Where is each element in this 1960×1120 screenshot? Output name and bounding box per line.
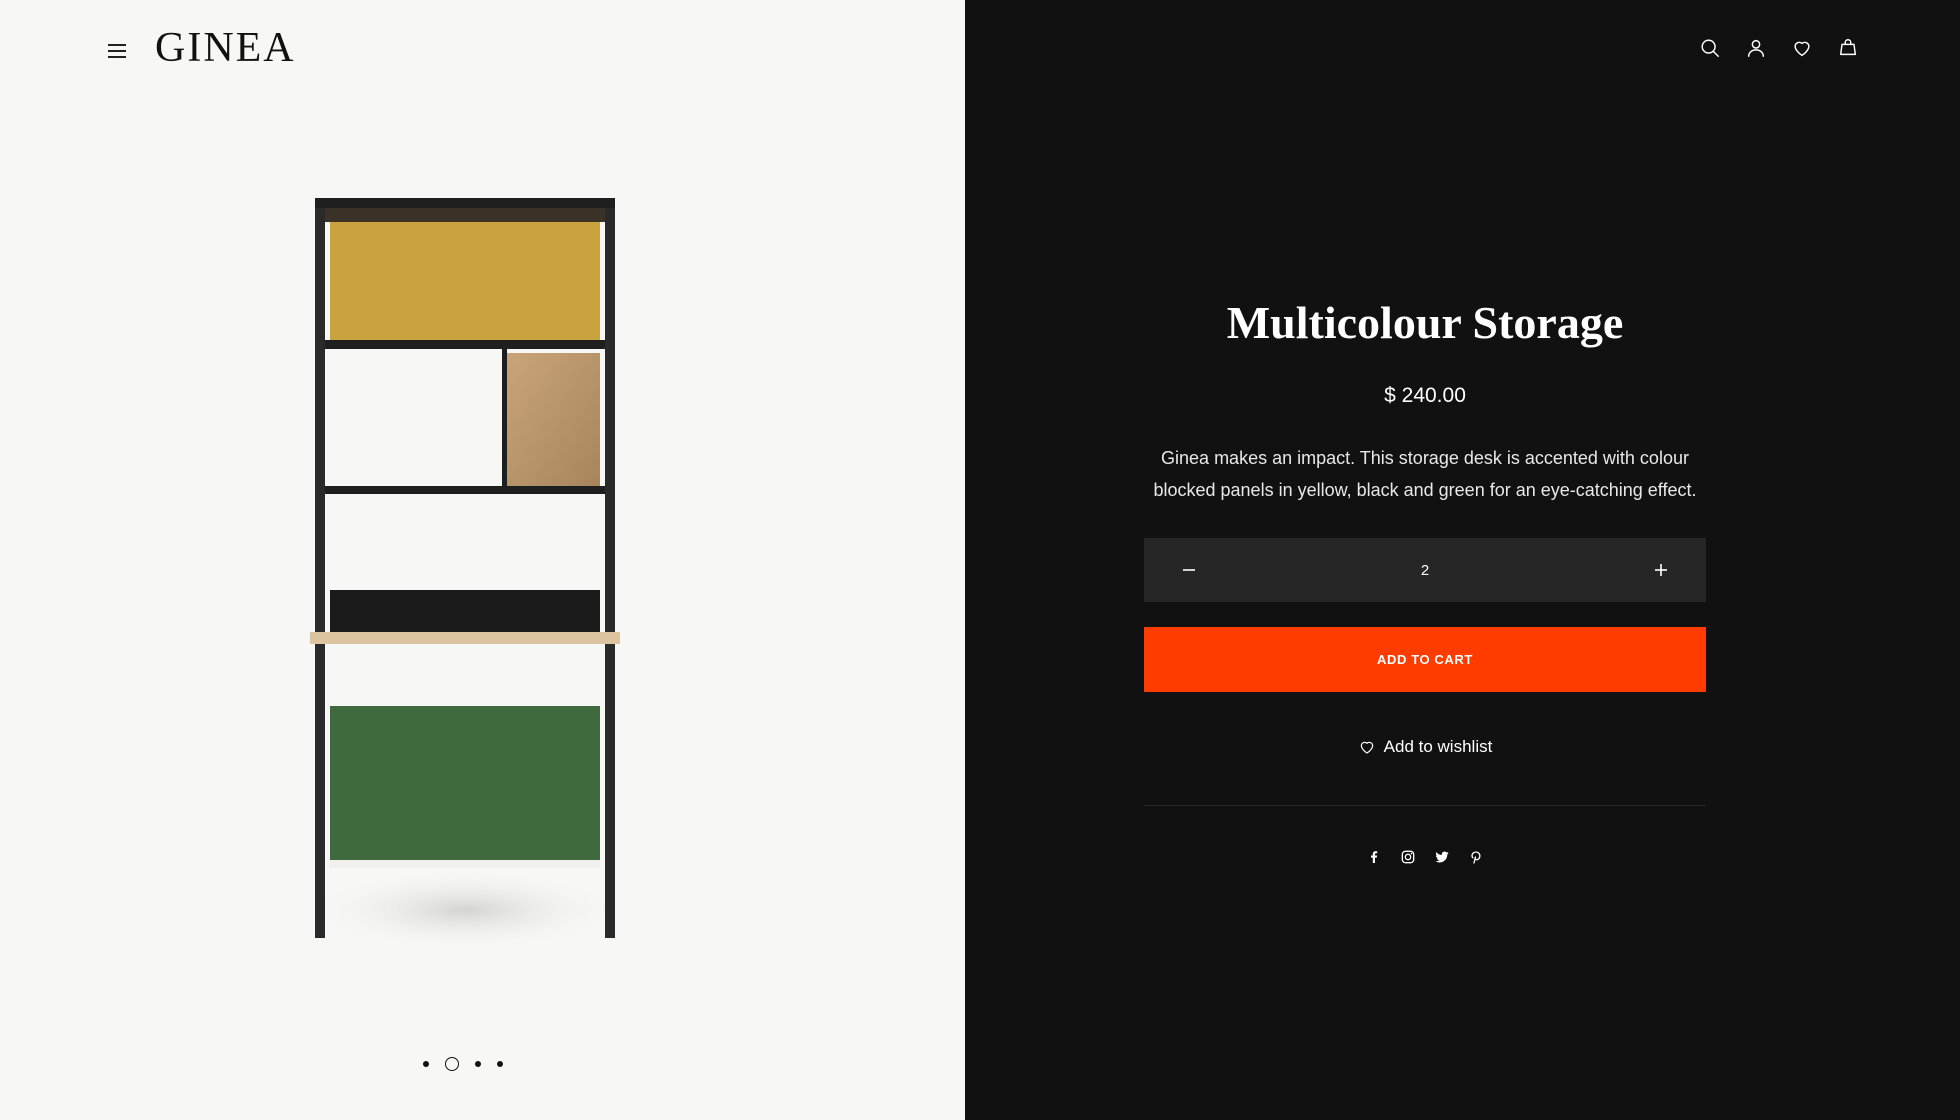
wishlist-heart-icon[interactable]: [1790, 36, 1814, 60]
gallery-dot-1[interactable]: [423, 1061, 429, 1067]
twitter-icon[interactable]: [1433, 848, 1451, 866]
decrease-quantity-button[interactable]: [1172, 553, 1206, 587]
divider: [1144, 805, 1706, 806]
add-to-wishlist-link[interactable]: Add to wishlist: [1144, 737, 1706, 757]
gallery-dot-4[interactable]: [497, 1061, 503, 1067]
plus-icon: [1655, 564, 1667, 576]
instagram-icon[interactable]: [1399, 848, 1417, 866]
increase-quantity-button[interactable]: [1644, 553, 1678, 587]
heart-icon: [1360, 741, 1373, 754]
gallery-dot-2-active[interactable]: [445, 1057, 459, 1071]
product-image: [305, 198, 625, 952]
quantity-stepper: 2: [1144, 538, 1706, 602]
header-actions: [1698, 36, 1860, 60]
product-gallery-pane: GINEA: [0, 0, 965, 1120]
hamburger-menu-icon[interactable]: [106, 40, 128, 62]
facebook-icon[interactable]: [1365, 848, 1383, 866]
add-to-cart-button[interactable]: ADD TO CART: [1144, 627, 1706, 692]
account-icon[interactable]: [1744, 36, 1768, 60]
cart-bag-icon[interactable]: [1836, 36, 1860, 60]
product-title: Multicolour Storage: [1226, 297, 1624, 348]
search-icon[interactable]: [1698, 36, 1722, 60]
quantity-value[interactable]: 2: [1395, 562, 1455, 579]
minus-icon: [1183, 569, 1195, 571]
gallery-pagination: [423, 1055, 503, 1073]
gallery-dot-3[interactable]: [475, 1061, 481, 1067]
product-description: Ginea makes an impact. This storage desk…: [1153, 448, 1697, 500]
brand-logo[interactable]: GINEA: [155, 24, 296, 72]
pinterest-icon[interactable]: [1467, 848, 1485, 866]
product-price: $ 240.00: [1384, 384, 1466, 407]
wishlist-label: Add to wishlist: [1383, 737, 1493, 756]
social-share: [1365, 848, 1485, 866]
